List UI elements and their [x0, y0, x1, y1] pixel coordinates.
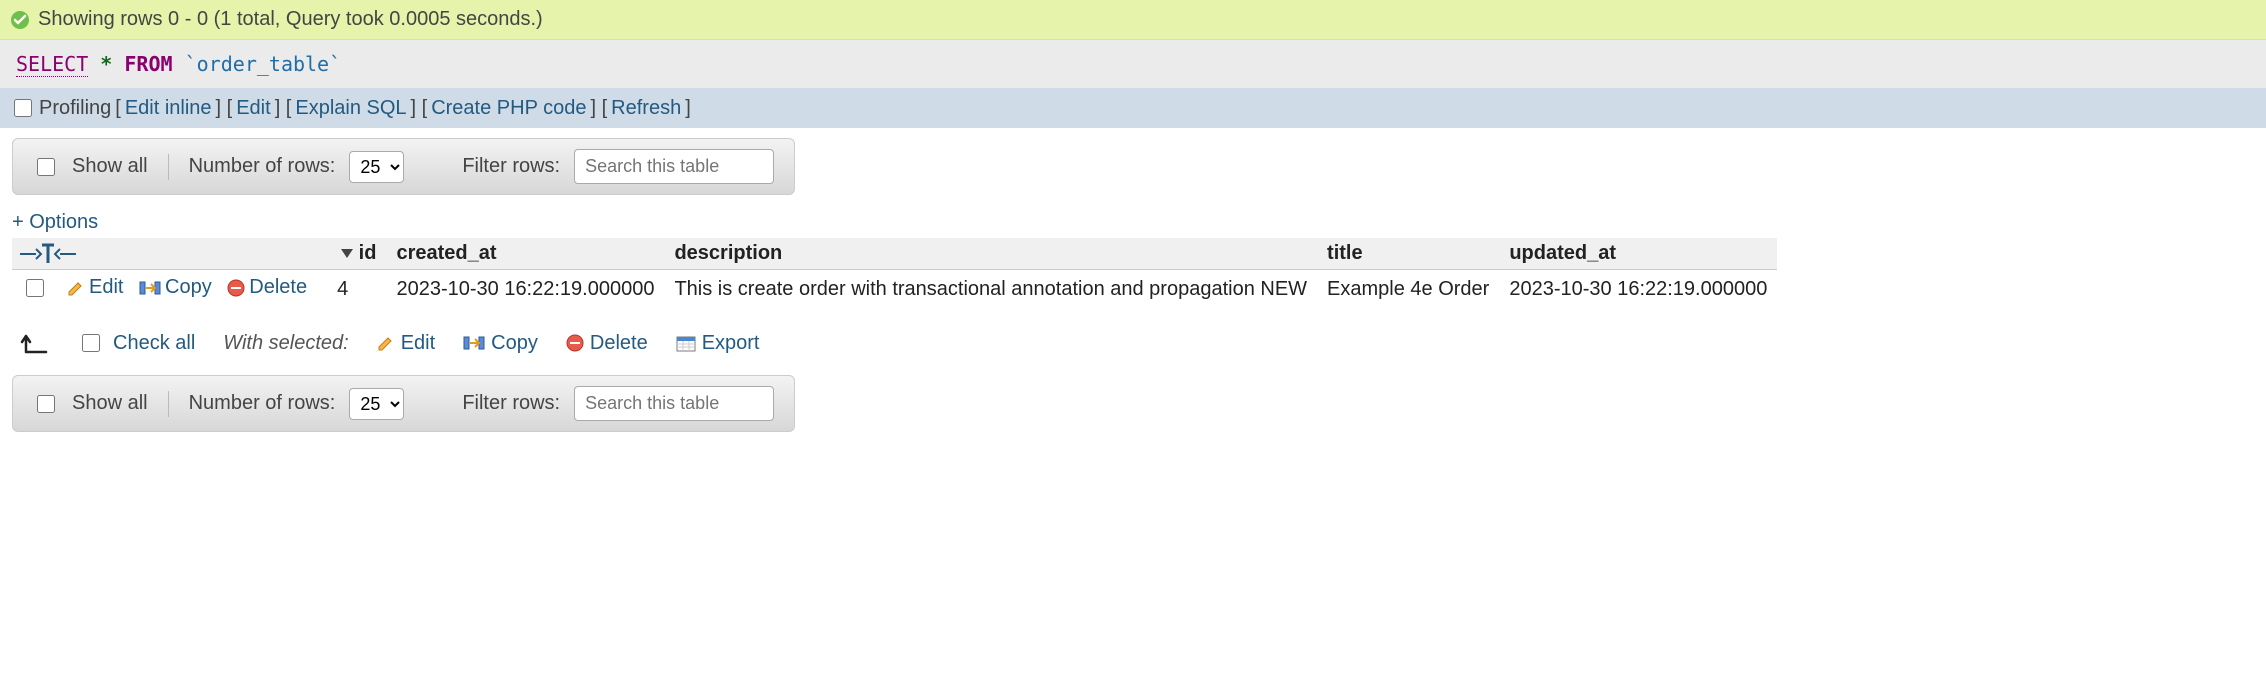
row-delete-action[interactable]: Delete: [227, 276, 307, 299]
bulk-edit-label: Edit: [401, 332, 435, 355]
row-edit-label: Edit: [89, 276, 123, 299]
col-created-at[interactable]: created_at: [386, 238, 664, 270]
sort-desc-icon: [341, 249, 353, 258]
profiling-checkbox[interactable]: [14, 99, 32, 117]
cell-title: Example 4e Order: [1317, 270, 1499, 310]
sql-from-keyword: FROM: [124, 52, 172, 76]
options-link-text[interactable]: + Options: [12, 211, 98, 233]
table-row: Edit Copy Delete 4 2023-10-30 16:22:19.0…: [12, 270, 1777, 310]
cell-created-at: 2023-10-30 16:22:19.000000: [386, 270, 664, 310]
edit-inline-link[interactable]: Edit inline: [125, 97, 212, 120]
table-header-actions: [12, 238, 327, 270]
status-text: Showing rows 0 - 0 (1 total, Query took …: [38, 8, 543, 31]
bulk-delete-action[interactable]: Delete: [566, 332, 648, 355]
show-all-checkbox-bottom[interactable]: [37, 395, 55, 413]
check-icon: [10, 10, 30, 30]
profiling-label: Profiling: [39, 97, 111, 120]
arrow-up-left-icon: [20, 332, 50, 354]
row-copy-label: Copy: [165, 276, 212, 299]
num-rows-select[interactable]: 25: [349, 151, 404, 183]
bulk-export-action[interactable]: Export: [676, 332, 760, 355]
copy-icon: [139, 279, 161, 297]
cell-updated-at: 2023-10-30 16:22:19.000000: [1499, 270, 1777, 310]
col-description[interactable]: description: [664, 238, 1317, 270]
table-header-row: id created_at description title updated_…: [12, 238, 1777, 270]
export-icon: [676, 335, 696, 351]
bulk-copy-label: Copy: [491, 332, 538, 355]
show-all-label-bottom: Show all: [72, 392, 148, 415]
bulk-export-label: Export: [702, 332, 760, 355]
create-php-link[interactable]: Create PHP code: [431, 97, 586, 120]
results-table: id created_at description title updated_…: [12, 238, 1777, 309]
delete-icon: [227, 279, 245, 297]
sql-identifier: `order_table`: [185, 52, 342, 76]
status-bar: Showing rows 0 - 0 (1 total, Query took …: [0, 0, 2266, 40]
check-all-link[interactable]: Check all: [113, 332, 195, 355]
num-rows-label: Number of rows:: [189, 155, 336, 178]
toolbar-divider: [168, 391, 169, 417]
sql-query-display: SELECT * FROM `order_table`: [0, 40, 2266, 88]
cell-description: This is create order with transactional …: [664, 270, 1317, 310]
bulk-copy-action[interactable]: Copy: [463, 332, 538, 355]
bulk-actions-bar: Check all With selected: Edit Copy Delet…: [20, 331, 2254, 355]
show-all-checkbox[interactable]: [37, 158, 55, 176]
col-updated-at[interactable]: updated_at: [1499, 238, 1777, 270]
with-selected-label: With selected:: [223, 332, 348, 355]
pencil-icon: [67, 279, 85, 297]
edit-link[interactable]: Edit: [236, 97, 270, 120]
copy-icon: [463, 334, 485, 352]
options-toggle[interactable]: + Options: [12, 211, 2254, 234]
refresh-link[interactable]: Refresh: [611, 97, 681, 120]
cell-id: 4: [327, 270, 386, 310]
show-all-label: Show all: [72, 155, 148, 178]
row-delete-label: Delete: [249, 276, 307, 299]
pencil-icon: [377, 334, 395, 352]
check-all-checkbox[interactable]: [82, 334, 100, 352]
row-checkbox[interactable]: [26, 279, 44, 297]
bulk-delete-label: Delete: [590, 332, 648, 355]
filter-rows-label: Filter rows:: [462, 155, 560, 178]
filter-rows-input[interactable]: [574, 149, 774, 184]
col-title[interactable]: title: [1317, 238, 1499, 270]
num-rows-label-bottom: Number of rows:: [189, 392, 336, 415]
bulk-edit-action[interactable]: Edit: [377, 332, 435, 355]
row-edit-action[interactable]: Edit: [67, 276, 123, 299]
explain-sql-link[interactable]: Explain SQL: [295, 97, 406, 120]
pagination-toolbar-top: Show all Number of rows: 25 Filter rows:: [12, 138, 795, 195]
sql-tools-bar: Profiling [ Edit inline ] [ Edit ] [ Exp…: [0, 88, 2266, 128]
sort-arrows-icon[interactable]: [18, 243, 321, 265]
pagination-toolbar-bottom: Show all Number of rows: 25 Filter rows:: [12, 375, 795, 432]
sql-select-keyword: SELECT: [16, 52, 88, 77]
delete-icon: [566, 334, 584, 352]
toolbar-divider: [168, 154, 169, 180]
sql-star: *: [100, 52, 112, 76]
filter-rows-input-bottom[interactable]: [574, 386, 774, 421]
num-rows-select-bottom[interactable]: 25: [349, 388, 404, 420]
col-id[interactable]: id: [327, 238, 386, 270]
row-copy-action[interactable]: Copy: [139, 276, 212, 299]
filter-rows-label-bottom: Filter rows:: [462, 392, 560, 415]
